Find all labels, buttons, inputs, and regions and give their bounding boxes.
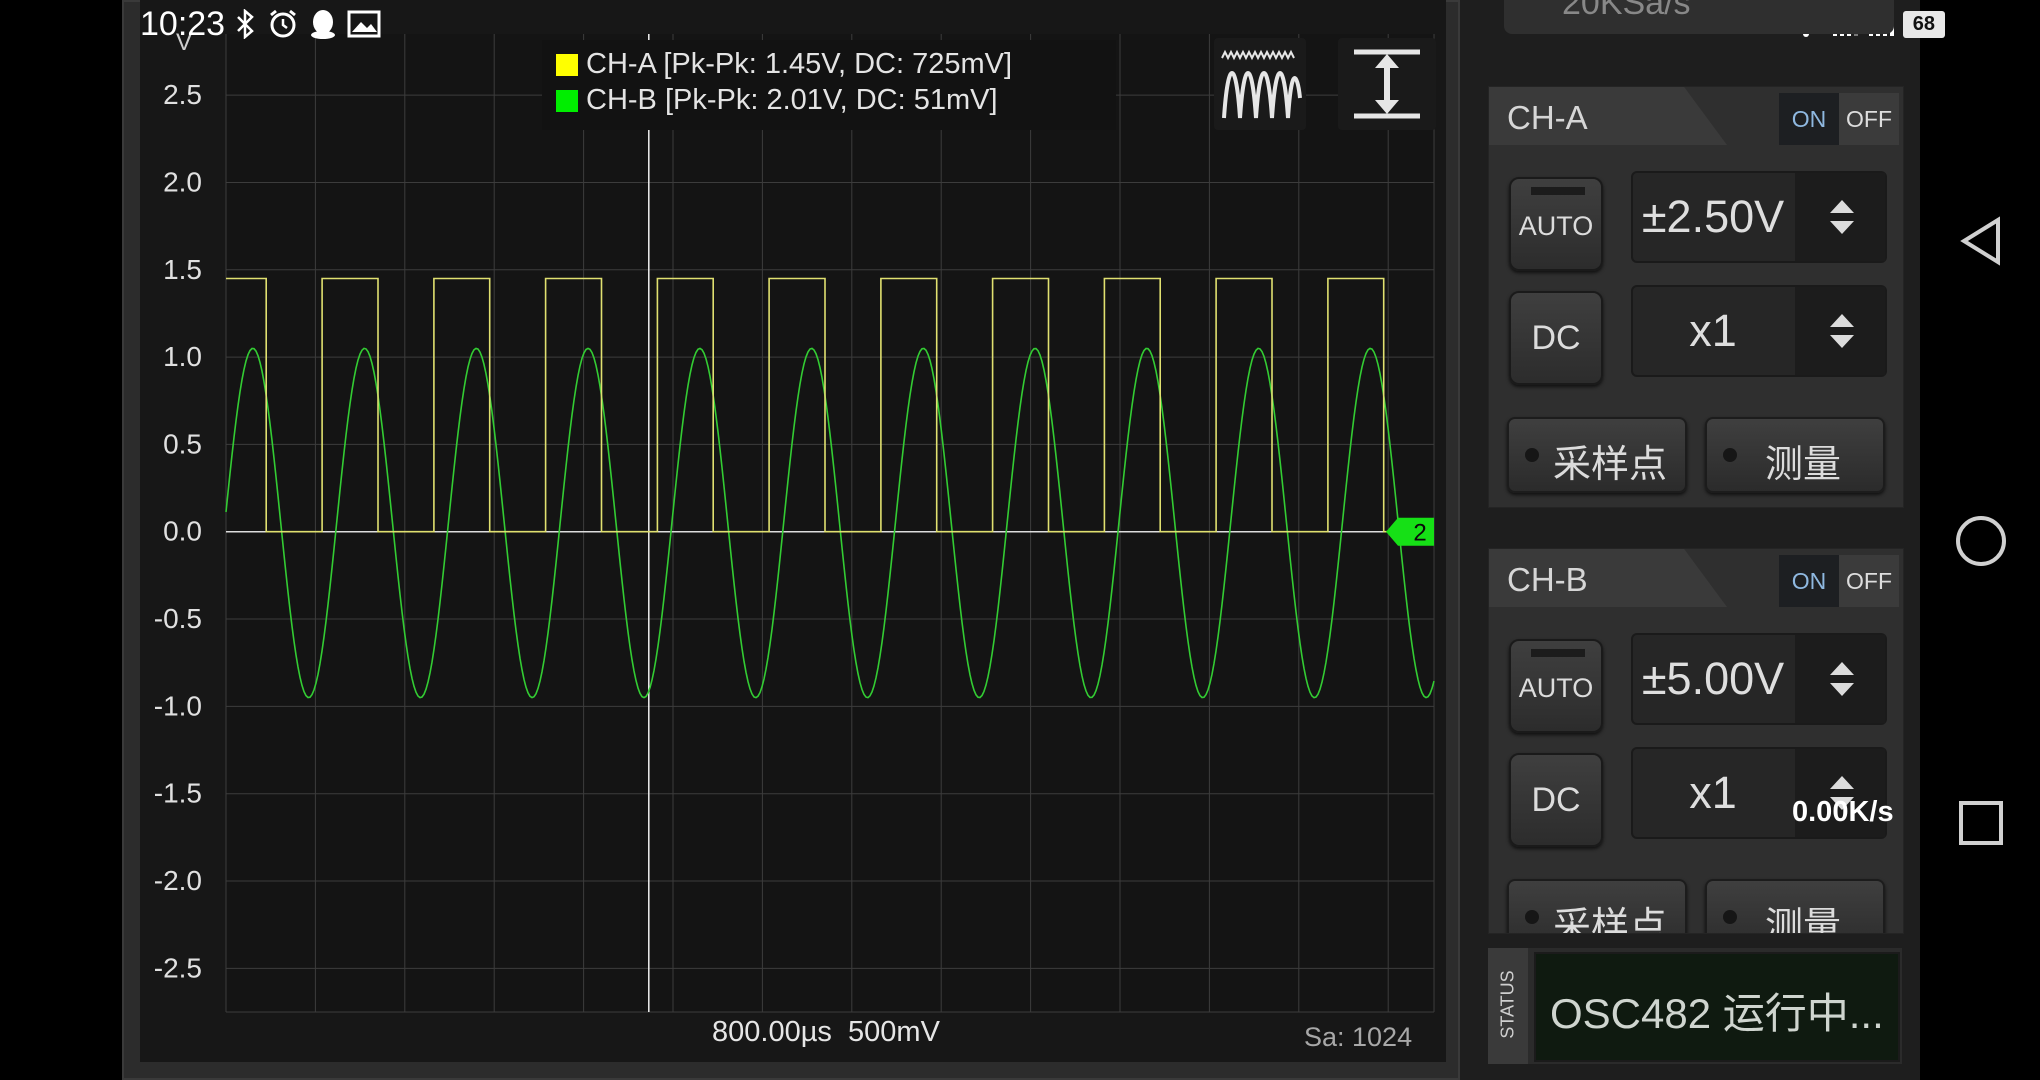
ch-a-coupling-label: DC: [1531, 319, 1581, 357]
ch-b-coupling-button[interactable]: DC: [1509, 753, 1603, 847]
trigger-marker-label: 2: [1413, 520, 1426, 547]
ch-a-title: CH-A: [1507, 99, 1588, 136]
ch-b-title: CH-B: [1507, 561, 1588, 598]
ch-a-measure-button[interactable]: 测量: [1705, 417, 1885, 493]
time-per-div: 800.00µs: [712, 1016, 832, 1048]
radio-dot-icon: [1723, 448, 1737, 462]
vertical-scale-button[interactable]: [1338, 38, 1436, 130]
y-tick-label: 2.0: [163, 166, 202, 197]
y-tick-label: 0.0: [163, 516, 202, 547]
ch-b-on-button[interactable]: ON: [1779, 555, 1839, 607]
ch-b-off-button[interactable]: OFF: [1839, 555, 1899, 607]
ch-b-sample-points-label: 采样点: [1553, 906, 1668, 934]
radio-dot-icon: [1525, 910, 1539, 924]
ch-b-panel: CH-B ON OFF AUTO ±5.00V DC x1 采样点 测量: [1488, 548, 1904, 934]
ch-b-measure-label: 测量: [1765, 906, 1842, 934]
status-panel: STATUS OSC482 运行中...: [1488, 948, 1902, 1064]
ch-b-auto-label: AUTO: [1518, 673, 1594, 703]
ch-b-range-value: ±5.00V: [1641, 653, 1785, 704]
header-peek: 20KSa/s: [1504, 0, 1894, 34]
home-icon: [1956, 516, 2006, 566]
y-tick-label: -2.5: [154, 952, 202, 983]
picture-icon: [347, 10, 381, 38]
status-text: OSC482 运行中...: [1550, 990, 1884, 1037]
ch-b-swatch: [556, 89, 578, 112]
sample-rate-peek: 20KSa/s: [1562, 0, 1691, 22]
status-display: OSC482 运行中...: [1534, 952, 1900, 1062]
y-tick-label: 1.5: [163, 254, 202, 285]
legend-ch-b: CH-B [Pk-Pk: 2.01V, DC: 51mV]: [556, 84, 998, 117]
status-tab[interactable]: STATUS: [1488, 948, 1528, 1064]
ch-a-probe-selector[interactable]: x1: [1631, 285, 1887, 377]
ch-b-auto-button[interactable]: AUTO: [1509, 639, 1603, 733]
ch-b-measure-button[interactable]: 测量: [1705, 879, 1885, 934]
ch-a-sample-points-label: 采样点: [1553, 444, 1668, 486]
legend-ch-a: CH-A [Pk-Pk: 1.45V, DC: 725mV]: [556, 48, 1012, 81]
spin-arrows-icon: [1830, 200, 1854, 234]
volt-per-div: 500mV: [848, 1016, 940, 1048]
spin-arrows-icon: [1830, 662, 1854, 696]
ch-a-range-spinner[interactable]: [1795, 173, 1885, 261]
sample-count: Sa: 1024: [1304, 1022, 1413, 1052]
ch-a-probe-spinner[interactable]: [1795, 287, 1885, 375]
alarm-icon: [267, 8, 299, 40]
plot-area: [226, 34, 1434, 1012]
ch-b-range-selector[interactable]: ±5.00V: [1631, 633, 1887, 725]
scope-screen[interactable]: 2.5 2.0 1.5 1.0 0.5 0.0 -0.5 -1.0 -1.5 -2.0 -2.5 V 2: [140, 0, 1446, 1062]
ch-a-on-button[interactable]: ON: [1779, 93, 1839, 145]
y-tick-label: -2.0: [154, 865, 202, 896]
ch-b-onoff: ON OFF: [1779, 555, 1899, 607]
ch-a-swatch: [556, 53, 578, 76]
y-tick-label: 1.0: [163, 341, 202, 372]
nav-recent-button[interactable]: [1958, 800, 2004, 846]
spin-arrows-icon: [1830, 314, 1854, 348]
ch-b-range-spinner[interactable]: [1795, 635, 1885, 723]
waveform-mode-button[interactable]: [1214, 38, 1306, 130]
back-icon: [1960, 216, 2000, 266]
y-tick-label: -0.5: [154, 603, 202, 634]
waveform-icon: [1221, 49, 1302, 119]
bluetooth-icon: [235, 9, 257, 39]
ch-a-auto-button[interactable]: AUTO: [1509, 177, 1603, 271]
radio-dot-icon: [1525, 448, 1539, 462]
ch-a-sample-points-button[interactable]: 采样点: [1507, 417, 1687, 493]
scope-plot[interactable]: 2.52.01.51.00.50.0-0.5-1.0-1.5-2.0-2.5V2: [140, 0, 1446, 1062]
ch-a-onoff: ON OFF: [1779, 93, 1899, 145]
status-tab-label: STATUS: [1497, 970, 1518, 1039]
ch-a-coupling-button[interactable]: DC: [1509, 291, 1603, 385]
ch-b-coupling-label: DC: [1531, 781, 1581, 819]
y-tick-label: -1.5: [154, 778, 202, 809]
qq-penguin-icon: [309, 8, 337, 40]
ch-a-measure-label: 测量: [1765, 444, 1842, 486]
status-bar-left: 10:23: [140, 0, 381, 48]
y-tick-label: 2.5: [163, 79, 202, 110]
battery-indicator: 68: [1902, 10, 1945, 38]
y-tick-label: -1.0: [154, 690, 202, 721]
legend-ch-a-label: CH-A [Pk-Pk: 1.45V, DC: 725mV]: [586, 48, 1013, 80]
rate-overlay: 0.00K/s: [1792, 796, 1894, 828]
recent-icon: [1959, 801, 2003, 845]
ch-a-panel: CH-A ON OFF AUTO ±2.50V DC x1 采样点 测量: [1488, 86, 1904, 508]
nav-home-button[interactable]: [1954, 514, 2008, 568]
radio-dot-icon: [1723, 910, 1737, 924]
ch-a-auto-label: AUTO: [1518, 211, 1594, 241]
timebase-readout: 800.00µs 500mV: [712, 1016, 940, 1049]
ch-a-range-selector[interactable]: ±2.50V: [1631, 171, 1887, 263]
channel-legend: CH-A [Pk-Pk: 1.45V, DC: 725mV] CH-B [Pk-…: [542, 40, 1116, 130]
ch-b-sample-points-button[interactable]: 采样点: [1507, 879, 1687, 934]
y-tick-label: 0.5: [163, 428, 202, 459]
ch-b-probe-value: x1: [1689, 767, 1737, 818]
ch-a-off-button[interactable]: OFF: [1839, 93, 1899, 145]
clock: 10:23: [140, 4, 226, 43]
legend-ch-b-label: CH-B [Pk-Pk: 2.01V, DC: 51mV]: [586, 84, 998, 116]
nav-back-button[interactable]: [1956, 214, 2006, 268]
vertical-arrows-icon: [1354, 49, 1420, 119]
ch-a-probe-value: x1: [1689, 305, 1737, 356]
ch-a-range-value: ±2.50V: [1641, 191, 1785, 242]
